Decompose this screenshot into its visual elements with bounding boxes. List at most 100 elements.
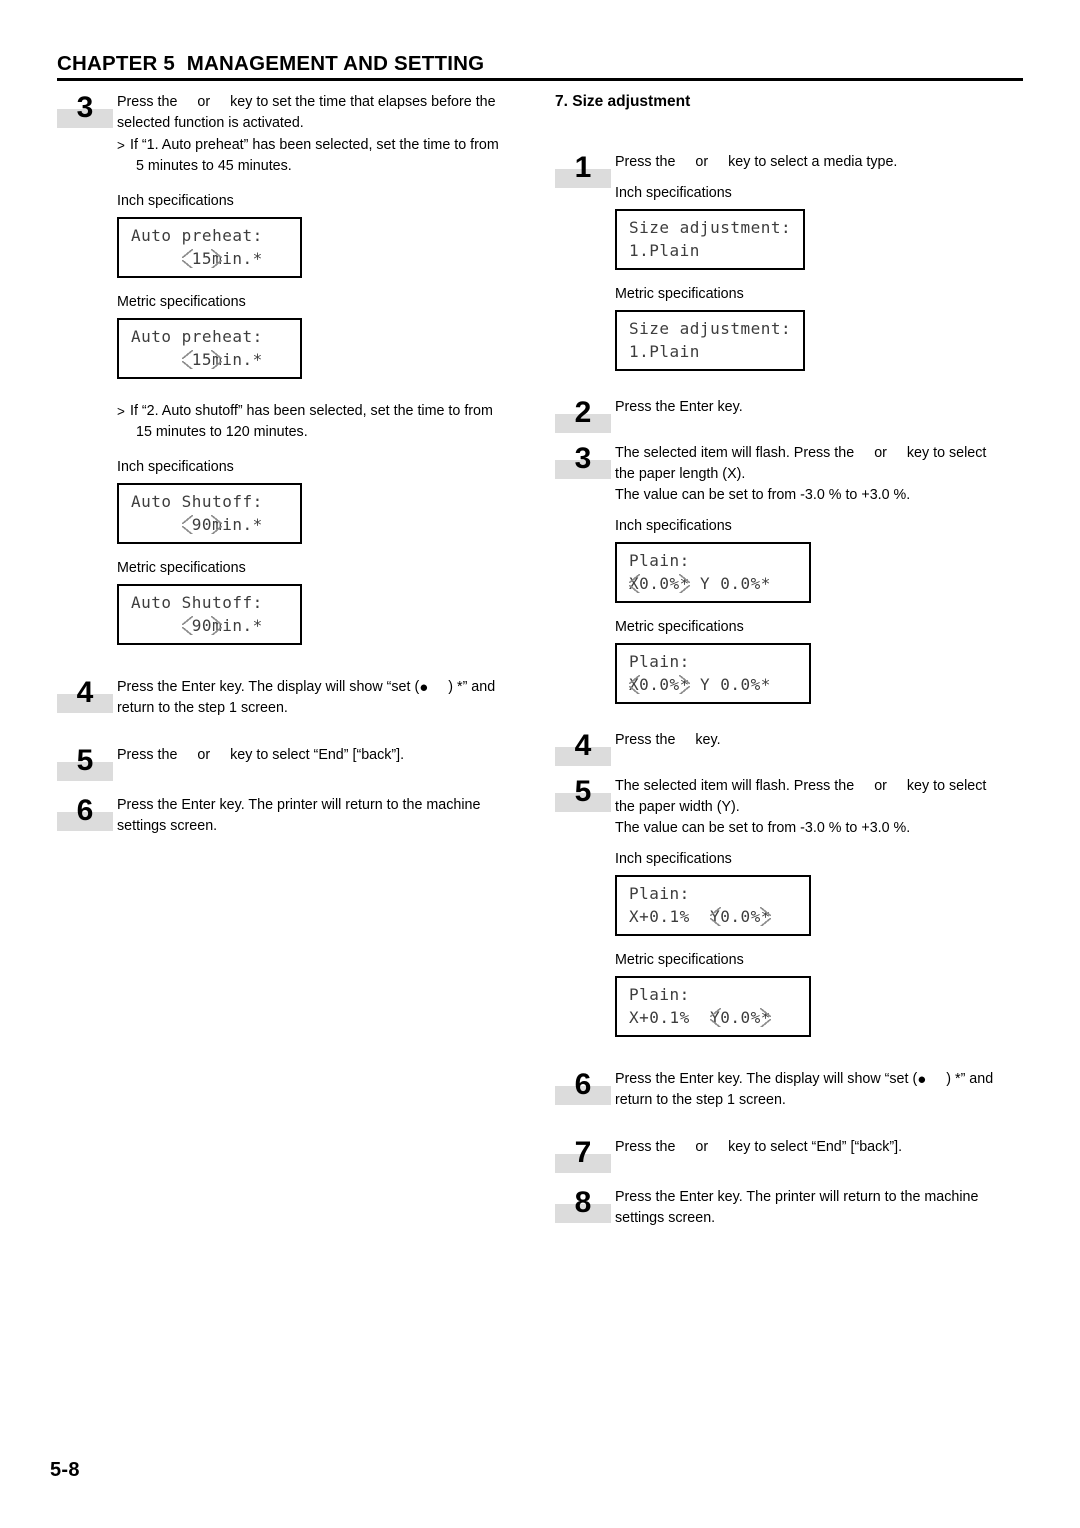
lcd-line-1: Plain: xyxy=(629,985,690,1004)
step-number-badge: 6 xyxy=(57,794,113,835)
step-3: 3 The selected item will flash. Press th… xyxy=(555,442,1023,704)
filled-circle-icon: ● xyxy=(419,679,429,696)
step-text-b: ) *” and xyxy=(946,1071,994,1087)
step-number-badge: 8 xyxy=(555,1186,611,1227)
note-shutoff: > If “2. Auto shutoff” has been selected… xyxy=(117,401,555,443)
step-text-or: or xyxy=(197,94,211,110)
lcd-tail: * Y 0.0%* xyxy=(679,574,771,593)
step-line: Press the or key to select a media type. xyxy=(615,152,1023,173)
step-text: Press the Enter key. The display will sh… xyxy=(117,677,555,719)
step-line: Press the Enter key. xyxy=(615,399,743,415)
spec-label-metric: Metric specifications xyxy=(615,952,744,968)
step-text-a: Press the xyxy=(615,1139,676,1155)
lcd-plain-x-inch: Plain: X0.0%* Y 0.0%* xyxy=(615,542,811,603)
step-3: 3 Press the or key to set the time that el… xyxy=(57,91,555,645)
lcd-line-2: X0.0%* Y 0.0%* xyxy=(617,572,809,595)
lcd-pad xyxy=(131,515,192,534)
step-text-or: or xyxy=(874,445,887,461)
lcd-tail: * xyxy=(760,907,771,926)
step-line: the paper width (Y). xyxy=(615,799,740,815)
lcd-line-2: X0.0%* Y 0.0%* xyxy=(617,673,809,696)
note-line-1: If “1. Auto preheat” has been selected, … xyxy=(130,137,499,153)
lcd-line-2: 90min.* xyxy=(119,614,300,637)
lcd-line-1: Size adjustment: xyxy=(629,218,792,237)
step-number-badge: 4 xyxy=(57,676,113,717)
step-number-badge: 2 xyxy=(555,396,611,437)
lcd-line-2: 90min.* xyxy=(119,513,300,536)
step-text-b: key to select xyxy=(906,778,987,794)
step-line: Press the or key to set the time that elap… xyxy=(117,92,555,113)
lcd-line-2: 15min.* xyxy=(119,348,300,371)
lcd-tail: * Y 0.0%* xyxy=(679,675,771,694)
step-line: Press the Enter key. The display will sh… xyxy=(117,677,555,698)
spec-label-metric: Metric specifications xyxy=(615,619,744,635)
lcd-pad xyxy=(131,249,192,268)
lcd-blinking-value: 15 xyxy=(181,350,223,369)
step-text-a: Press the xyxy=(117,747,178,763)
step-6: 6 Press the Enter key. The display will … xyxy=(555,1068,1023,1111)
step-line: Press the or key to select “End” [“back”]. xyxy=(117,745,555,766)
step-text: Press the or key to select “End” [“back”]. xyxy=(615,1137,1023,1158)
chapter-header: CHAPTER 5 MANAGEMENT AND SETTING xyxy=(57,52,1023,81)
lcd-line-1: Size adjustment: xyxy=(629,319,792,338)
step-number-badge: 7 xyxy=(555,1136,611,1177)
note-marker: > xyxy=(117,404,125,419)
step-line: return to the step 1 screen. xyxy=(615,1092,786,1108)
step-number-badge: 4 xyxy=(555,729,611,770)
step-number: 6 xyxy=(76,794,94,827)
lcd-plain-y-inch: Plain: X+0.1% Y0.0%* xyxy=(615,875,811,936)
lcd-size-adjustment-inch: Size adjustment: 1.Plain xyxy=(615,209,805,270)
lcd-prefix: X xyxy=(629,574,640,593)
step-number-badge: 5 xyxy=(57,744,113,785)
step-text-a: Press the xyxy=(117,94,178,110)
step-line: Press the or key to select “End” [“back”]. xyxy=(615,1137,1023,1158)
step-text-or: or xyxy=(197,747,211,763)
step-text-a: The selected item will flash. Press the xyxy=(615,778,855,794)
step-number: 6 xyxy=(574,1068,592,1101)
lcd-prefix: X xyxy=(629,675,640,694)
lcd-tail: min.* xyxy=(212,515,263,534)
step-1: 1 Press the or key to select a media type.… xyxy=(555,151,1023,371)
step-text: Press the Enter key. The printer will re… xyxy=(615,1187,1023,1229)
step-text: The selected item will flash. Press the o… xyxy=(615,443,1023,704)
step-number: 3 xyxy=(76,91,94,124)
step-text-a: The selected item will flash. Press the xyxy=(615,445,855,461)
step-line: The selected item will flash. Press the o… xyxy=(615,776,1023,797)
lcd-tail: * xyxy=(760,1008,771,1027)
step-text: Press the or key to select a media type. I… xyxy=(615,152,1023,371)
note-marker: > xyxy=(117,138,125,153)
step-7: 7 Press the or key to select “End” [“back”… xyxy=(555,1136,1023,1173)
document-page: CHAPTER 5 MANAGEMENT AND SETTING 3 Press… xyxy=(0,0,1080,1528)
lcd-line-1: Plain: xyxy=(629,884,690,903)
lcd-line-2: 1.Plain xyxy=(629,241,700,260)
step-line: Press the Enter key. The printer will re… xyxy=(117,797,481,813)
lcd-blinking-value: 0.0% xyxy=(629,574,690,593)
spec-label-inch: Inch specifications xyxy=(615,851,732,867)
step-number: 4 xyxy=(76,676,94,709)
step-number: 4 xyxy=(574,729,592,762)
step-text-or: or xyxy=(695,1139,709,1155)
step-4: 4 Press the key. xyxy=(555,729,1023,766)
lcd-pad xyxy=(131,350,192,369)
step-text-b: key. xyxy=(695,732,721,748)
step-line: Press the Enter key. The printer will re… xyxy=(615,1189,979,1205)
step-text-or: or xyxy=(695,154,709,170)
filled-circle-icon: ● xyxy=(917,1071,927,1088)
lcd-line-1: Auto Shutoff: xyxy=(131,492,263,511)
spec-label-inch: Inch specifications xyxy=(615,185,732,201)
lcd-auto-shutoff-inch: Auto Shutoff: 90min.* xyxy=(117,483,302,544)
step-text: Press the Enter key. The printer will re… xyxy=(117,795,555,837)
step-line: selected function is activated. xyxy=(117,115,304,131)
lcd-plain-x-metric: Plain: X0.0%* Y 0.0%* xyxy=(615,643,811,704)
lcd-tail: min.* xyxy=(212,249,263,268)
lcd-prefix: X+0.1% Y xyxy=(629,907,721,926)
lcd-line-1: Plain: xyxy=(629,551,690,570)
spec-label-inch: Inch specifications xyxy=(117,193,234,209)
step-text-b: key to select xyxy=(906,445,987,461)
step-line: Press the Enter key. The display will sh… xyxy=(615,1069,1023,1090)
step-line: settings screen. xyxy=(117,818,218,834)
step-text: The selected item will flash. Press the o… xyxy=(615,776,1023,1037)
lcd-line-2: 1.Plain xyxy=(629,342,700,361)
step-line: Press the key. xyxy=(615,730,1023,751)
note-line-2: 5 minutes to 45 minutes. xyxy=(136,158,292,174)
